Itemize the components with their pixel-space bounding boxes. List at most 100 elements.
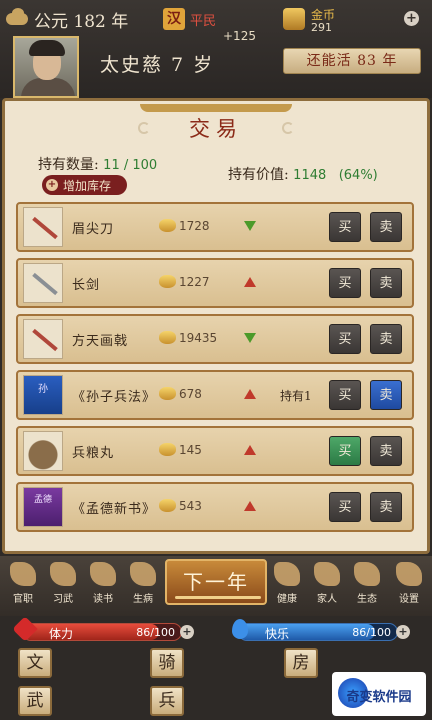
add-happiness-button[interactable]: + (396, 625, 410, 639)
year-text: 公元 182 年 (34, 11, 129, 32)
sword-icon (23, 263, 63, 303)
nav-official[interactable]: 官职 (4, 562, 42, 608)
sell-button[interactable]: 卖 (370, 380, 402, 410)
brush-swoosh-icon (175, 596, 261, 599)
book-icon: 孟德 (23, 487, 63, 527)
buy-button[interactable]: 买 (329, 492, 361, 522)
life-remaining: 还能活 83 年 (283, 48, 421, 74)
item-name: 眉尖刀 (72, 222, 115, 237)
hero-name: 太史慈 7 岁 (100, 54, 215, 76)
list-item: 长剑 1227 买 卖 (16, 258, 414, 308)
trend-up-icon (244, 277, 256, 287)
trend-down-icon (244, 333, 256, 343)
book-icon (90, 562, 116, 586)
pill-bag-icon (23, 431, 63, 471)
gold-icon (283, 8, 305, 30)
halberd-icon (23, 207, 63, 247)
item-price: 1227 (179, 275, 210, 289)
book-icon: 孙 (23, 375, 63, 415)
gear-icon (396, 562, 422, 586)
water-drop-icon (232, 619, 248, 639)
list-item: 眉尖刀 1728 买 卖 (16, 202, 414, 252)
tile-soldier[interactable]: 兵 (150, 686, 184, 716)
item-name: 方天画戟 (72, 334, 129, 349)
status-delta: +125 (223, 29, 256, 43)
medicine-icon (130, 562, 156, 586)
sell-button[interactable]: 卖 (370, 324, 402, 354)
nation-badge: 汉 (163, 8, 185, 30)
trend-down-icon (244, 221, 256, 231)
nav-study[interactable]: 读书 (84, 562, 122, 608)
item-price: 145 (179, 443, 202, 457)
coin-icon (159, 331, 176, 344)
buy-button[interactable]: 买 (329, 436, 361, 466)
item-name: 《孙子兵法》 (72, 390, 157, 405)
buy-button[interactable]: 买 (329, 212, 361, 242)
add-stamina-button[interactable]: + (180, 625, 194, 639)
trend-up-icon (244, 445, 256, 455)
item-price: 678 (179, 387, 202, 401)
book-cover-text: 孙 (38, 384, 48, 395)
next-year-button[interactable]: 下一年 (165, 559, 267, 605)
hold-value-summary: 持有价值: 1148 (64%) (228, 164, 378, 184)
happiness-bar: 快乐 86/100 (238, 623, 398, 641)
list-item: 孟德 《孟德新书》 543 买 卖 (16, 482, 414, 532)
item-list: 眉尖刀 1728 买 卖 长剑 1227 买 卖 方天画戟 19435 买 卖 … (16, 202, 414, 538)
halberd-icon (23, 319, 63, 359)
sell-button[interactable]: 卖 (370, 212, 402, 242)
plus-icon: + (46, 179, 58, 191)
hold-count: 持有数量: 11 / 100 (38, 154, 157, 174)
add-stock-button[interactable]: + 增加库存 (42, 175, 127, 195)
nav-settings[interactable]: 设置 (390, 562, 428, 608)
item-name: 长剑 (72, 278, 101, 293)
nav-label: 生病 (133, 594, 153, 605)
buy-button[interactable]: 买 (329, 324, 361, 354)
nav-health[interactable]: 健康 (268, 562, 306, 608)
sell-button[interactable]: 卖 (370, 492, 402, 522)
top-bar: 公元 182 年 汉 平民 +125 金币 291 + 太史慈 7 岁 还能活 … (0, 0, 432, 98)
coin-icon (159, 443, 176, 456)
gold-value: 291 (311, 21, 332, 34)
official-icon (10, 562, 36, 586)
cloud-icon (6, 8, 28, 25)
item-held: 持有1 (280, 389, 312, 403)
nav-sick[interactable]: 生病 (124, 562, 162, 608)
tile-martial[interactable]: 武 (18, 686, 52, 716)
happiness-value: 86/100 (352, 626, 391, 639)
tile-literature[interactable]: 文 (18, 648, 52, 678)
nav-label: 生态 (357, 594, 377, 605)
avatar[interactable] (13, 36, 79, 98)
nav-label: 家人 (317, 594, 337, 605)
nav-martial[interactable]: 习武 (44, 562, 82, 608)
tile-house[interactable]: 房 (284, 648, 318, 678)
trend-up-icon (244, 501, 256, 511)
stamina-label: 体力 (49, 627, 74, 641)
sell-button[interactable]: 卖 (370, 268, 402, 298)
ecology-icon (354, 562, 380, 586)
buy-button[interactable]: 买 (329, 380, 361, 410)
nav-ecology[interactable]: 生态 (348, 562, 386, 608)
health-icon (274, 562, 300, 586)
value-percent: (64%) (338, 168, 378, 183)
hold-value: 11 / 100 (103, 158, 158, 173)
tile-riding[interactable]: 骑 (150, 648, 184, 678)
family-icon (314, 562, 340, 586)
sell-button[interactable]: 卖 (370, 436, 402, 466)
book-cover-text: 孟德 (34, 495, 53, 505)
trend-up-icon (244, 389, 256, 399)
buy-button[interactable]: 买 (329, 268, 361, 298)
nav-label: 官职 (13, 594, 33, 605)
list-item: 兵粮丸 145 买 卖 (16, 426, 414, 476)
nav-label: 健康 (277, 594, 297, 605)
stamina-bar: 体力 86/100 (22, 623, 182, 641)
coin-icon (159, 387, 176, 400)
item-price: 19435 (179, 331, 218, 345)
value-label: 持有价值: (228, 167, 289, 183)
happiness-label: 快乐 (265, 627, 290, 641)
add-stock-label: 增加库存 (63, 178, 112, 193)
stamina-value: 86/100 (136, 626, 175, 639)
year-display: 公元 182 年 (6, 6, 128, 32)
nav-family[interactable]: 家人 (308, 562, 346, 608)
value-amount: 1148 (293, 168, 327, 183)
add-gold-button[interactable]: + (404, 11, 419, 26)
